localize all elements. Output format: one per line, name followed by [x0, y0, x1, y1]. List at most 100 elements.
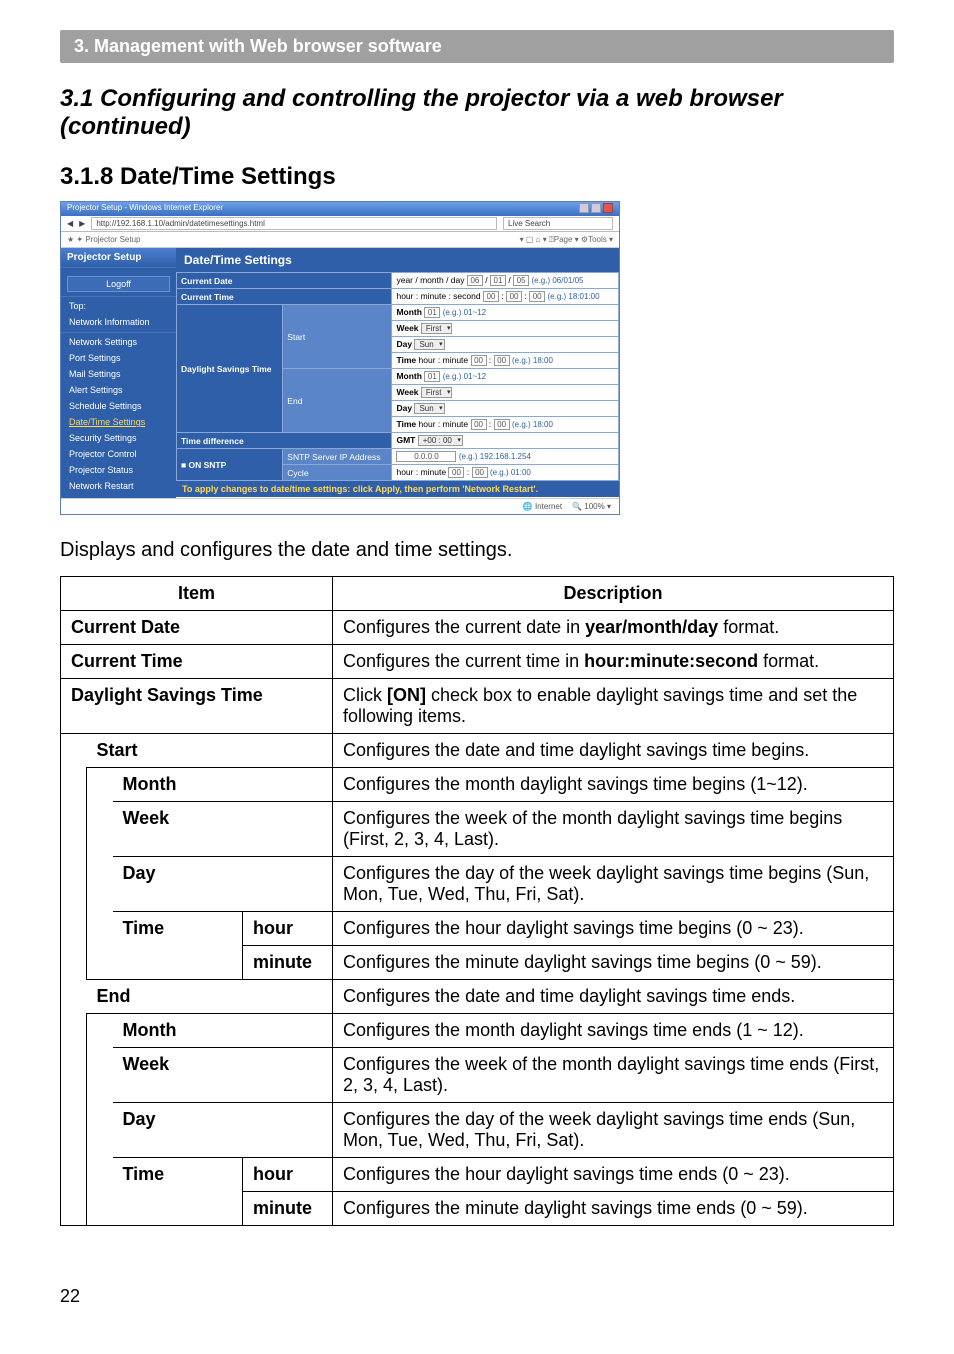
- sidebar-nav: Projector Setup Logoff Top: Network Info…: [61, 248, 176, 498]
- item-e-min: minute: [243, 1192, 333, 1226]
- sntp-on-check[interactable]: ■ ON: [181, 460, 201, 470]
- toolbar-tools[interactable]: ▾ ▢ ⌂ ▾ ⍰Page ▾ ⚙Tools ▾: [520, 235, 613, 245]
- sntp-ip-label: SNTP Server IP Address: [283, 449, 392, 465]
- desc-start: Configures the date and time daylight sa…: [333, 734, 894, 768]
- minute-input[interactable]: 00: [506, 291, 522, 302]
- start-week-select[interactable]: First: [421, 323, 453, 334]
- end-week-select[interactable]: First: [421, 387, 453, 398]
- start-month-label: Month: [396, 307, 422, 317]
- item-s-time: Time: [113, 912, 243, 980]
- th-item: Item: [61, 577, 333, 611]
- year-input[interactable]: 06: [467, 275, 483, 286]
- indent-dst: [61, 734, 87, 1226]
- section-heading-main: 3.1 Configuring and controlling the proj…: [60, 85, 894, 141]
- end-week-label: Week: [396, 387, 418, 397]
- status-zone: 🌐 Internet: [523, 502, 562, 511]
- item-s-min: minute: [243, 946, 333, 980]
- desc-s-week: Configures the week of the month dayligh…: [333, 802, 894, 857]
- sntp-ip-input[interactable]: 0.0.0.0: [396, 451, 456, 462]
- desc-current-date: Configures the current date in year/mont…: [333, 611, 894, 645]
- cycle-hour-input[interactable]: 00: [448, 467, 464, 478]
- item-current-date: Current Date: [61, 611, 333, 645]
- cycle-minute-input[interactable]: 00: [472, 467, 488, 478]
- item-s-week: Week: [113, 802, 333, 857]
- row-start-label: Start: [283, 305, 392, 369]
- end-month-eg: (e.g.) 01~12: [443, 372, 486, 381]
- nav-projector-status[interactable]: Projector Status: [61, 462, 176, 478]
- nav-network-settings[interactable]: Network Settings: [61, 332, 176, 350]
- nav-alert-settings[interactable]: Alert Settings: [61, 382, 176, 398]
- panel-title: Date/Time Settings: [176, 248, 619, 272]
- url-field[interactable]: http://192.168.1.10/admin/datetimesettin…: [91, 217, 497, 230]
- browser-address-bar: ◀ ▶ http://192.168.1.10/admin/datetimese…: [61, 216, 619, 232]
- time-hint: hour : minute : second: [396, 291, 480, 301]
- nav-back-icon[interactable]: ◀: [67, 219, 73, 228]
- window-buttons: [579, 203, 613, 215]
- date-hint: year / month / day: [396, 275, 464, 285]
- nav-security-settings[interactable]: Security Settings: [61, 430, 176, 446]
- nav-fwd-icon[interactable]: ▶: [79, 219, 85, 228]
- item-e-month: Month: [113, 1014, 333, 1048]
- end-day-select[interactable]: Sun: [414, 403, 444, 414]
- time-eg: (e.g.) 18:01:00: [548, 292, 600, 301]
- second-input[interactable]: 00: [529, 291, 545, 302]
- item-e-week: Week: [113, 1048, 333, 1103]
- desc-e-min: Configures the minute daylight savings t…: [333, 1192, 894, 1226]
- start-day-select[interactable]: Sun: [414, 339, 444, 350]
- window-titlebar: Projector Setup - Windows Internet Explo…: [61, 202, 619, 216]
- nav-top[interactable]: Top:: [61, 296, 176, 314]
- end-time-eg: (e.g.) 18:00: [512, 420, 553, 429]
- row-current-date-value: year / month / day 06 / 01 / 05 (e.g.) 0…: [392, 273, 619, 289]
- search-field[interactable]: Live Search: [503, 217, 613, 230]
- row-current-date-label: Current Date: [177, 273, 392, 289]
- row-sntp-label: ■ ON SNTP: [177, 449, 283, 481]
- browser-status-bar: 🌐 Internet 🔍 100% ▾: [61, 498, 619, 514]
- day-input[interactable]: 05: [513, 275, 529, 286]
- nav-network-info[interactable]: Network Information: [61, 314, 176, 330]
- item-e-time: Time: [113, 1158, 243, 1226]
- item-s-day: Day: [113, 857, 333, 912]
- page-number: 22: [60, 1286, 894, 1307]
- start-minute-input[interactable]: 00: [494, 355, 510, 366]
- start-month-input[interactable]: 01: [424, 307, 440, 318]
- end-month-label: Month: [396, 371, 422, 381]
- row-end-label: End: [283, 369, 392, 433]
- item-e-hour: hour: [243, 1158, 333, 1192]
- nav-projector-control[interactable]: Projector Control: [61, 446, 176, 462]
- desc-s-hour: Configures the hour daylight savings tim…: [333, 912, 894, 946]
- row-current-time-label: Current Time: [177, 289, 392, 305]
- page-tab-label[interactable]: Projector Setup: [85, 235, 140, 244]
- desc-s-min: Configures the minute daylight savings t…: [333, 946, 894, 980]
- month-input[interactable]: 01: [490, 275, 506, 286]
- end-month-input[interactable]: 01: [424, 371, 440, 382]
- nav-port-settings[interactable]: Port Settings: [61, 350, 176, 366]
- nav-logoff[interactable]: Logoff: [67, 276, 170, 292]
- end-minute-input[interactable]: 00: [494, 419, 510, 430]
- desc-e-hour: Configures the hour daylight savings tim…: [333, 1158, 894, 1192]
- item-end: End: [87, 980, 333, 1014]
- sntp-ip-eg: (e.g.) 192.168.1.254: [459, 452, 531, 461]
- nav-network-restart[interactable]: Network Restart: [61, 478, 176, 494]
- start-day-label: Day: [396, 339, 412, 349]
- row-dst-label: Daylight Savings Time: [177, 305, 283, 433]
- settings-panel: Date/Time Settings Current Date year / m…: [176, 248, 619, 498]
- browser-toolbar: ★ ✦ Projector Setup ▾ ▢ ⌂ ▾ ⍰Page ▾ ⚙Too…: [61, 232, 619, 248]
- item-dst: Daylight Savings Time: [61, 679, 333, 734]
- section-heading-sub: 3.1.8 Date/Time Settings: [60, 163, 894, 191]
- start-time-eg: (e.g.) 18:00: [512, 356, 553, 365]
- nav-schedule-settings[interactable]: Schedule Settings: [61, 398, 176, 414]
- nav-datetime-settings[interactable]: Date/Time Settings: [61, 414, 176, 430]
- start-hour-input[interactable]: 00: [471, 355, 487, 366]
- start-month-eg: (e.g.) 01~12: [443, 308, 486, 317]
- desc-e-week: Configures the week of the month dayligh…: [333, 1048, 894, 1103]
- desc-current-time: Configures the current time in hour:minu…: [333, 645, 894, 679]
- hour-input[interactable]: 00: [483, 291, 499, 302]
- nav-mail-settings[interactable]: Mail Settings: [61, 366, 176, 382]
- item-start: Start: [87, 734, 333, 768]
- desc-s-month: Configures the month daylight savings ti…: [333, 768, 894, 802]
- end-hour-input[interactable]: 00: [471, 419, 487, 430]
- chapter-banner: 3. Management with Web browser software: [60, 30, 894, 63]
- gmt-label: GMT: [396, 435, 415, 445]
- status-zoom: 🔍 100% ▾: [572, 502, 611, 511]
- gmt-select[interactable]: +00 : 00: [418, 435, 463, 446]
